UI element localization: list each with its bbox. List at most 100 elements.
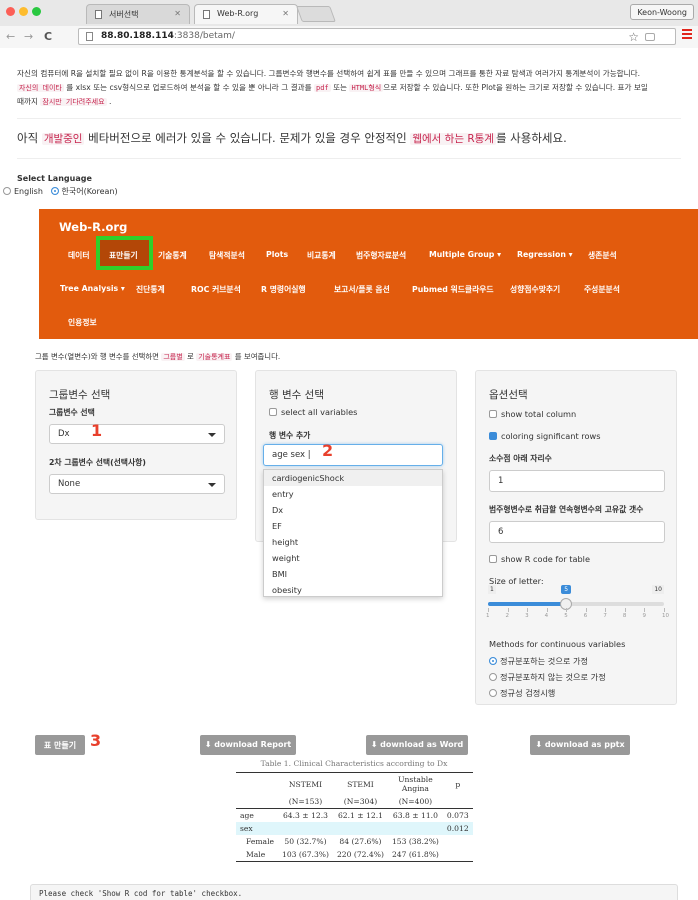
- close-window-button[interactable]: [6, 7, 15, 16]
- table-row: Female 50 (32.7%) 84 (27.6%) 153 (38.2%): [236, 835, 473, 848]
- slider-fill: [488, 602, 567, 606]
- row-variable-dropdown: cardiogenicShock entry Dx EF height weig…: [263, 469, 443, 597]
- nav-multiple-group[interactable]: Multiple Group ▾: [429, 250, 501, 259]
- method-radio-test[interactable]: 정규성 검정시행: [489, 687, 555, 699]
- minimize-window-button[interactable]: [19, 7, 28, 16]
- intro-text: 를 xlsx 또는 csv형식으로 업로드하여 분석을 할 수 있을 뿐 아니라…: [66, 83, 312, 92]
- nav-report-options[interactable]: 보고서/플롯 옵션: [334, 284, 390, 295]
- dropdown-option[interactable]: EF: [264, 518, 442, 534]
- nav-comparison[interactable]: 비교통계: [307, 250, 336, 261]
- show-total-checkbox[interactable]: show total column: [489, 409, 576, 419]
- nav-exploratory[interactable]: 탐색적분석: [209, 250, 245, 261]
- nav-tree-analysis[interactable]: Tree Analysis ▾: [60, 284, 125, 293]
- tag-sex[interactable]: sex: [291, 450, 306, 460]
- divider: [17, 158, 681, 159]
- chevron-down-icon: [208, 433, 216, 437]
- nav-r-command[interactable]: R 명령어실행: [261, 284, 306, 295]
- slider-tick-mark: [585, 608, 587, 612]
- nav-propensity[interactable]: 성향점수맞추기: [510, 284, 560, 295]
- table-cell: 247 (61.8%): [391, 850, 439, 859]
- table-cell: age: [240, 811, 254, 820]
- unique-values-input[interactable]: 6: [489, 521, 665, 543]
- row-variable-input[interactable]: age sex |: [263, 444, 443, 466]
- second-group-label: 2차 그룹변수 선택(선택사항): [49, 458, 146, 467]
- radio-label: 정규성 검정시행: [500, 688, 556, 698]
- nav-descriptive[interactable]: 기술통계: [158, 250, 187, 261]
- brand-logo[interactable]: Web-R.org: [59, 220, 127, 234]
- code-highlight: HTML형식: [349, 84, 384, 92]
- download-pptx-button[interactable]: ⬇ download as pptx: [530, 735, 630, 755]
- slider-tick-label: 9: [642, 613, 646, 619]
- tab-title: 서버선택: [109, 10, 139, 19]
- nav-regression[interactable]: Regression ▾: [517, 250, 573, 259]
- download-word-button[interactable]: ⬇ download as Word: [366, 735, 468, 755]
- page-icon: [203, 10, 210, 19]
- radio-korean[interactable]: 한국어(Korean): [50, 187, 118, 196]
- checkbox-label: select all variables: [281, 407, 358, 417]
- nav-data[interactable]: 데이터: [68, 250, 90, 261]
- radio-label: English: [14, 187, 43, 196]
- browser-tab-1[interactable]: 서버선택 ✕: [86, 4, 190, 24]
- slider-tick-mark: [644, 608, 646, 612]
- table-header-cell: [236, 795, 278, 809]
- close-icon[interactable]: ✕: [282, 9, 289, 18]
- method-radio-nonnormal[interactable]: 정규분포하지 않는 것으로 가정: [489, 671, 606, 683]
- coloring-checkbox[interactable]: coloring significant rows: [489, 431, 600, 441]
- nav-citation[interactable]: 인용정보: [68, 317, 97, 328]
- second-group-select[interactable]: None: [49, 474, 225, 494]
- reload-icon[interactable]: C: [44, 30, 52, 43]
- annotation-number: 3: [90, 731, 102, 750]
- close-icon[interactable]: ✕: [174, 9, 181, 18]
- download-report-button[interactable]: ⬇ download Report: [200, 735, 296, 755]
- address-bar[interactable]: 88.80.188.114:3838/betam/ ☆: [78, 28, 676, 45]
- back-arrow-icon[interactable]: ←: [6, 30, 15, 43]
- table-cell: Male: [246, 850, 266, 859]
- radio-icon: [489, 673, 497, 681]
- slider-tick-label: 6: [583, 613, 588, 619]
- user-profile-button[interactable]: Keon-Woong: [630, 4, 694, 20]
- panel-title: 옵션선택: [489, 389, 528, 401]
- intro-text: 때까지: [17, 97, 38, 106]
- dropdown-option[interactable]: obesity: [264, 582, 442, 596]
- group-select-label: 그룹변수 선택: [49, 408, 95, 417]
- nav-survival[interactable]: 생존분석: [588, 250, 617, 261]
- select-all-checkbox[interactable]: select all variables: [269, 407, 357, 417]
- dropdown-option[interactable]: cardiogenicShock: [264, 470, 442, 486]
- nav-diagnostic[interactable]: 진단통계: [136, 284, 165, 295]
- url-path: :3838/betam/: [173, 31, 235, 41]
- browser-tab-2[interactable]: Web-R.org ✕: [194, 4, 298, 24]
- cast-icon[interactable]: [645, 33, 655, 41]
- forward-arrow-icon[interactable]: →: [24, 30, 33, 43]
- radio-icon: [489, 689, 497, 697]
- decimal-input[interactable]: 1: [489, 470, 665, 492]
- show-r-code-checkbox[interactable]: show R code for table: [489, 554, 590, 564]
- radio-icon: [50, 187, 59, 195]
- nav-roc[interactable]: ROC 커브분석: [191, 284, 241, 295]
- table-cell: 50 (32.7%): [284, 837, 327, 846]
- dropdown-option[interactable]: weight: [264, 550, 442, 566]
- dropdown-option[interactable]: entry: [264, 486, 442, 502]
- new-tab-button[interactable]: [296, 6, 336, 22]
- table-header-cell: (N=153): [278, 795, 333, 809]
- nav-pubmed-wordcloud[interactable]: Pubmed 워드클라우드: [412, 284, 494, 295]
- nav-make-table[interactable]: 표만들기: [109, 250, 138, 261]
- nav-plots[interactable]: Plots: [266, 250, 288, 259]
- table-header-cell: [442, 795, 473, 809]
- dropdown-option[interactable]: BMI: [264, 566, 442, 582]
- bookmark-star-icon[interactable]: ☆: [628, 30, 639, 44]
- tag-age[interactable]: age: [272, 450, 288, 460]
- checkbox-icon: [489, 555, 497, 563]
- make-table-button[interactable]: 표 만들기: [35, 735, 85, 755]
- menu-icon[interactable]: [682, 29, 692, 39]
- method-radio-normal[interactable]: 정규분포하는 것으로 가정: [489, 655, 588, 667]
- dropdown-option[interactable]: height: [264, 534, 442, 550]
- size-slider[interactable]: 1 10 5 1 2 3 4 5 6 7 8 9 10: [486, 585, 669, 625]
- group-variable-select[interactable]: Dx: [49, 424, 225, 444]
- nav-categorical[interactable]: 범주형자료분석: [356, 250, 406, 261]
- table-cell: 64.3 ± 12.3: [282, 811, 328, 820]
- radio-english[interactable]: English: [3, 187, 43, 196]
- unique-values-label: 범주형변수로 취급할 연속형변수의 고유값 갯수: [489, 505, 644, 514]
- dropdown-option[interactable]: Dx: [264, 502, 442, 518]
- nav-pca[interactable]: 주성분분석: [584, 284, 620, 295]
- maximize-window-button[interactable]: [32, 7, 41, 16]
